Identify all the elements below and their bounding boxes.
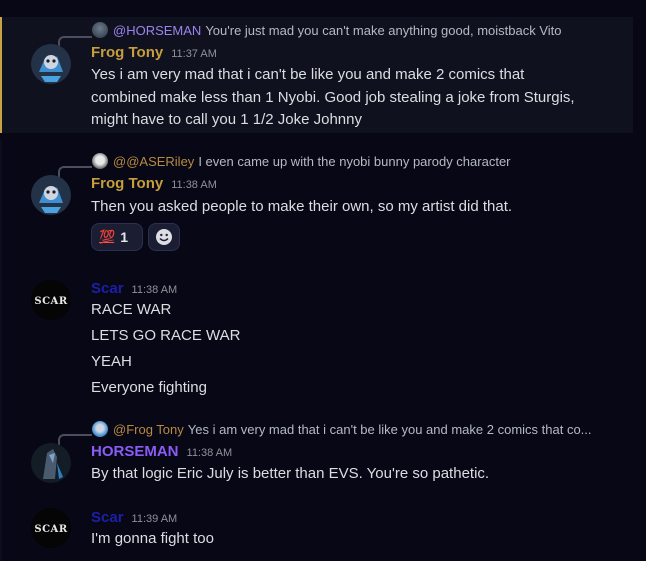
- timestamp: 11:38 AM: [186, 447, 233, 459]
- add-reaction-button[interactable]: [148, 223, 180, 251]
- message-line: LETS GO RACE WAR: [91, 327, 241, 344]
- message-header: Frog Tony 11:37 AM: [91, 44, 217, 64]
- message-header: Scar 11:39 AM: [91, 509, 177, 529]
- message-line: Then you asked people to make their own,…: [91, 198, 513, 215]
- scar-avatar-text: SCAR: [34, 524, 67, 535]
- username[interactable]: Frog Tony: [91, 175, 163, 192]
- frog-tony-avatar[interactable]: [31, 175, 71, 215]
- reply-mention[interactable]: @HORSEMAN: [113, 23, 201, 38]
- message-line: might have to call you 1 1/2 Joke Johnny: [91, 111, 362, 128]
- message-line: YEAH: [91, 353, 132, 370]
- message-header: Scar 11:38 AM: [91, 280, 177, 300]
- message-line: Yes i am very mad that i can't be like y…: [91, 66, 525, 83]
- timestamp: 11:38 AM: [131, 284, 178, 296]
- message-line: combined make less than 1 Nyobi. Good jo…: [91, 89, 575, 106]
- reaction-hundred[interactable]: 💯 1: [91, 223, 143, 251]
- message-line: Everyone fighting: [91, 379, 207, 396]
- scar-avatar[interactable]: SCAR: [31, 508, 71, 548]
- reply-preview[interactable]: @Frog Tony Yes i am very mad that i can'…: [92, 420, 592, 438]
- username[interactable]: HORSEMAN: [91, 443, 179, 460]
- horseman-avatar[interactable]: [31, 443, 71, 483]
- horseman-mini-avatar-icon: [92, 22, 108, 38]
- username[interactable]: Frog Tony: [91, 44, 163, 61]
- username[interactable]: Scar: [91, 280, 124, 297]
- message-header: Frog Tony 11:38 AM: [91, 175, 217, 195]
- reply-text: You're just mad you can't make anything …: [205, 22, 562, 38]
- reply-connector: [58, 434, 92, 446]
- reply-connector: [58, 166, 92, 178]
- scroll-edge: [0, 140, 2, 561]
- message-line: By that logic Eric July is better than E…: [91, 465, 490, 482]
- reply-preview[interactable]: @HORSEMAN You're just mad you can't make…: [92, 21, 562, 39]
- message-line: I'm gonna fight too: [91, 530, 214, 547]
- ase-riley-mini-avatar-icon: [92, 153, 108, 169]
- reply-text: Yes i am very mad that i can't be like y…: [187, 421, 592, 437]
- scar-avatar[interactable]: SCAR: [31, 280, 71, 320]
- reply-mention[interactable]: @Frog Tony: [113, 422, 184, 437]
- timestamp: 11:39 AM: [131, 513, 178, 525]
- timestamp: 11:38 AM: [171, 179, 217, 191]
- reaction-count: 1: [120, 229, 128, 245]
- username[interactable]: Scar: [91, 509, 124, 526]
- reply-text: I even came up with the nyobi bunny paro…: [198, 153, 511, 169]
- message-line: RACE WAR: [91, 301, 172, 318]
- frog-tony-avatar[interactable]: [31, 44, 71, 84]
- hundred-points-emoji: 💯: [99, 229, 115, 245]
- frog-tony-mini-avatar-icon: [92, 421, 108, 437]
- message-header: HORSEMAN 11:38 AM: [91, 443, 232, 463]
- scar-avatar-text: SCAR: [34, 296, 67, 307]
- timestamp: 11:37 AM: [171, 48, 217, 60]
- reply-preview[interactable]: @@ASERiley I even came up with the nyobi…: [92, 152, 511, 170]
- add-reaction-icon: [156, 229, 172, 245]
- reply-connector: [58, 36, 92, 48]
- reply-mention[interactable]: @@ASERiley: [113, 154, 194, 169]
